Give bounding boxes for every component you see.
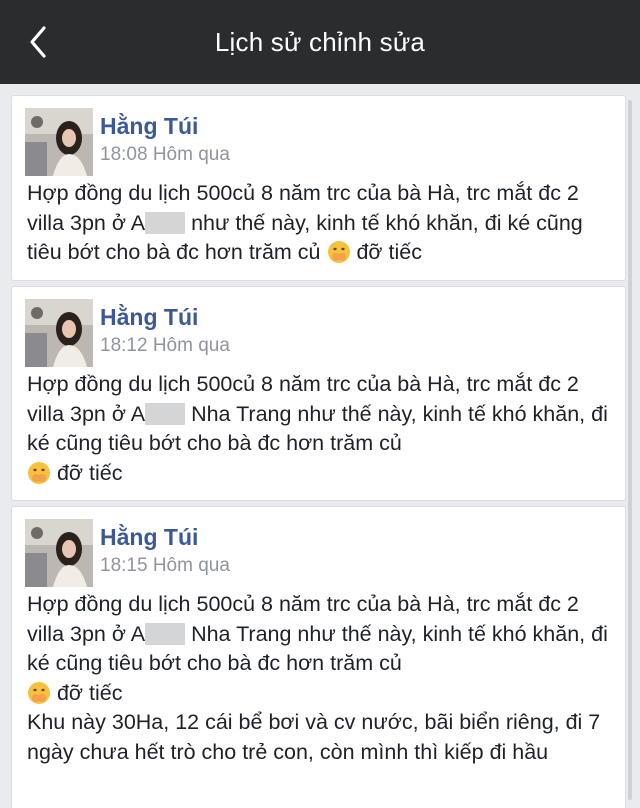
text-part: đỡ tiếc (350, 240, 422, 264)
shushing-face-emoji-icon (28, 461, 50, 484)
avatar[interactable] (25, 108, 93, 176)
revision-text: Hợp đồng du lịch 500củ 8 năm trc của bà … (27, 590, 619, 767)
text-part: đỡ tiếc (51, 680, 123, 705)
revision-time: 18:12 Hôm qua (100, 335, 230, 356)
author-name[interactable]: Hằng Túi (100, 524, 198, 551)
top-bar: Lịch sử chỉnh sửa (0, 0, 640, 84)
revision-text-added: Khu này 30Ha, 12 cái bể bơi và cv nước, … (27, 710, 601, 764)
revision-card: Hằng Túi 18:15 Hôm qua Hợp đồng du lịch … (11, 506, 626, 808)
redacted-block (145, 402, 186, 425)
revision-card: Hằng Túi 18:12 Hôm qua Hợp đồng du lịch … (11, 286, 626, 501)
page-title: Lịch sử chỉnh sửa (214, 27, 426, 57)
avatar-photo (25, 299, 93, 367)
revision-time: 18:08 Hôm qua (100, 144, 230, 165)
author-name[interactable]: Hằng Túi (100, 113, 198, 140)
author-name[interactable]: Hằng Túi (100, 304, 198, 331)
redacted-block (145, 622, 186, 645)
revision-time: 18:15 Hôm qua (100, 555, 230, 576)
shushing-face-emoji-icon (327, 241, 350, 263)
avatar[interactable] (25, 299, 93, 367)
shushing-face-emoji-icon (28, 681, 50, 704)
avatar-photo (25, 519, 93, 587)
scrollbar[interactable] (628, 100, 632, 800)
avatar-photo (25, 108, 93, 176)
back-button[interactable] (22, 20, 62, 64)
chevron-left-icon (30, 26, 46, 58)
revision-text: Hợp đồng du lịch 500củ 8 năm trc của bà … (27, 370, 619, 488)
revision-text: Hợp đồng du lịch 500củ 8 năm trc của bà … (27, 179, 619, 268)
redacted-block (145, 211, 186, 234)
revision-card: Hằng Túi 18:08 Hôm qua Hợp đồng du lịch … (11, 95, 626, 281)
revision-list: Hằng Túi 18:08 Hôm qua Hợp đồng du lịch … (11, 95, 626, 808)
avatar[interactable] (25, 519, 93, 587)
text-part: đỡ tiếc (51, 460, 123, 485)
